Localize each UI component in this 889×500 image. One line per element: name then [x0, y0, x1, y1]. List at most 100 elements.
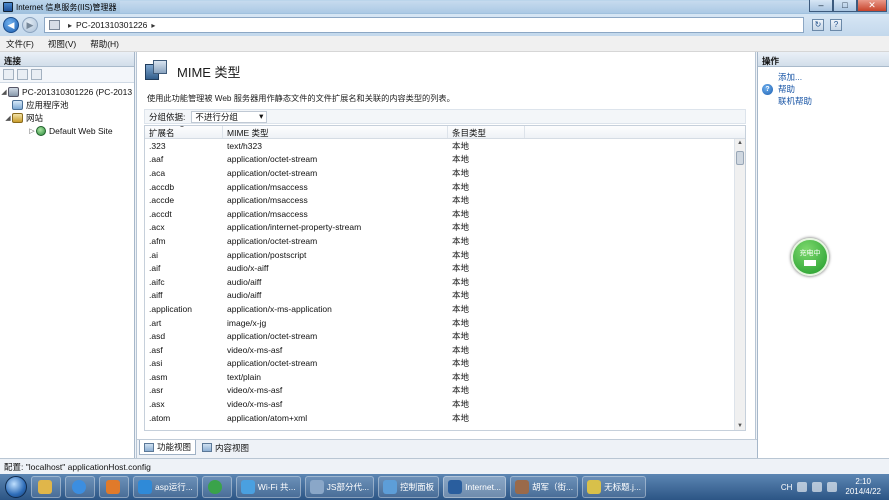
table-row[interactable]: .accdt application/msaccess 本地 — [145, 207, 735, 221]
table-row[interactable]: .asr video/x-ms-asf 本地 — [145, 384, 735, 398]
table-row[interactable]: .acx application/internet-property-stream… — [145, 221, 735, 235]
background-window-strip — [120, 1, 810, 13]
tray-icon[interactable] — [797, 482, 808, 492]
table-row[interactable]: .aiff audio/aiff 本地 — [145, 289, 735, 303]
address-bar[interactable]: ▸ PC-201310301226 ▸ — [44, 17, 804, 33]
forward-button[interactable]: ▶ — [22, 17, 38, 33]
collapse-arrow-icon[interactable]: ◢ — [4, 114, 12, 122]
column-header-mime-type[interactable]: MIME 类型 — [223, 126, 448, 138]
minimize-button[interactable]: – — [809, 0, 833, 12]
volume-icon[interactable] — [827, 482, 838, 492]
tab-content-view[interactable]: 内容视图 — [198, 440, 253, 455]
cell-extension: .atom — [149, 412, 171, 423]
taskbar-media[interactable] — [99, 476, 129, 498]
battery-charging-widget[interactable]: 充电中 — [791, 238, 829, 276]
taskbar-ie[interactable] — [65, 476, 95, 498]
taskbar-app-1[interactable]: Wi-Fi 共... — [235, 476, 301, 498]
table-row[interactable]: .asx video/x-ms-asf 本地 — [145, 397, 735, 411]
cell-entry-type: 本地 — [452, 303, 470, 314]
remove-icon[interactable] — [31, 69, 42, 80]
scroll-thumb[interactable] — [736, 151, 744, 165]
dropdown-arrow-icon: ▾ — [259, 111, 264, 121]
menu-help[interactable]: 帮助(H) — [90, 38, 119, 50]
table-row[interactable]: .323 text/h323 本地 — [145, 139, 735, 153]
table-row[interactable]: .aif audio/x-aiff 本地 — [145, 261, 735, 275]
taskbar-360[interactable] — [201, 476, 232, 498]
back-button[interactable]: ◀ — [3, 17, 19, 33]
close-button[interactable]: ✕ — [857, 0, 887, 12]
table-row[interactable]: .afm application/octet-stream 本地 — [145, 234, 735, 248]
table-row[interactable]: .asm text/plain 本地 — [145, 370, 735, 384]
tree-item-app-pools[interactable]: 应用程序池 — [0, 98, 134, 111]
tab-label: 内容视图 — [215, 442, 250, 453]
tree-item-server[interactable]: ◢ PC-201310301226 (PC-2013 — [0, 85, 134, 98]
connect-icon[interactable] — [3, 69, 14, 80]
table-row[interactable]: .atom application/atom+xml 本地 — [145, 411, 735, 425]
tab-features-view[interactable]: 功能视图 — [139, 440, 197, 455]
online-help-link[interactable]: 联机帮助 — [758, 95, 889, 107]
iis-icon — [448, 480, 463, 494]
cell-mime-type: video/x-ms-asf — [227, 385, 283, 396]
app-pool-icon — [12, 99, 23, 110]
cell-extension: .asm — [149, 371, 168, 382]
taskbar: asp运行... Wi-Fi 共... JS部分代... 控制面板 Intern… — [0, 474, 889, 500]
clock[interactable]: 2:10 2014/4/22 — [845, 477, 881, 497]
window-controls: – □ ✕ — [809, 0, 887, 12]
tree-item-default-web-site[interactable]: ▷ Default Web Site — [0, 124, 134, 137]
taskbar-label: 控制面板 — [400, 482, 435, 492]
column-header-entry-type[interactable]: 条目类型 — [448, 126, 525, 138]
menu-file[interactable]: 文件(F) — [6, 38, 34, 50]
table-row[interactable]: .accdb application/msaccess 本地 — [145, 180, 735, 194]
help-icon: ? — [762, 83, 773, 95]
table-row[interactable]: .accde application/msaccess 本地 — [145, 193, 735, 207]
taskbar-app-4[interactable]: Internet... — [443, 476, 507, 498]
table-row[interactable]: .asd application/octet-stream 本地 — [145, 329, 735, 343]
system-tray: CH 2:10 2014/4/22 — [781, 474, 889, 500]
menu-bar: 文件(F) 视图(V) 帮助(H) — [0, 36, 889, 52]
menu-view[interactable]: 视图(V) — [48, 38, 76, 50]
table-row[interactable]: .aaf application/octet-stream 本地 — [145, 153, 735, 167]
taskbar-app-3[interactable]: 控制面板 — [378, 476, 440, 498]
address-separator-icon: ▸ — [151, 20, 156, 30]
network-icon[interactable] — [812, 482, 823, 492]
group-by-value: 不进行分组 — [195, 111, 238, 122]
vertical-scrollbar[interactable]: ▲ ▼ — [734, 139, 745, 430]
cell-extension: .asi — [149, 358, 163, 369]
cell-mime-type: application/octet-stream — [227, 167, 318, 178]
taskbar-app-6[interactable]: 无标题.j... — [582, 476, 646, 498]
cell-mime-type: audio/aiff — [227, 290, 262, 301]
table-row[interactable]: .asi application/octet-stream 本地 — [145, 357, 735, 371]
table-row[interactable]: .aca application/octet-stream 本地 — [145, 166, 735, 180]
taskbar-app-2[interactable]: JS部分代... — [304, 476, 375, 498]
table-row[interactable]: .asf video/x-ms-asf 本地 — [145, 343, 735, 357]
tree-item-sites[interactable]: ◢ 网站 — [0, 111, 134, 124]
cell-entry-type: 本地 — [452, 167, 470, 178]
address-segment[interactable]: PC-201310301226 — [76, 20, 147, 30]
title-bar: Internet 信息服务(IIS)管理器 – □ ✕ — [0, 0, 889, 14]
help-link[interactable]: ? 帮助 — [758, 83, 889, 95]
group-by-select[interactable]: 不进行分组 ▾ — [191, 110, 268, 123]
save-icon[interactable] — [17, 69, 28, 80]
table-row[interactable]: .application application/x-ms-application… — [145, 302, 735, 316]
cell-entry-type: 本地 — [452, 385, 470, 396]
taskbar-app-5[interactable]: 胡军（街... — [510, 476, 579, 498]
table-row[interactable]: .ai application/postscript 本地 — [145, 248, 735, 262]
table-row[interactable]: .aifc audio/aiff 本地 — [145, 275, 735, 289]
maximize-button[interactable]: □ — [833, 0, 857, 12]
add-action-link[interactable]: 添加... — [758, 71, 889, 83]
taskbar-explorer[interactable] — [31, 476, 61, 498]
help-icon[interactable]: ? — [830, 19, 842, 31]
refresh-icon[interactable]: ↻ — [812, 19, 824, 31]
collapse-arrow-icon[interactable]: ◢ — [0, 88, 8, 96]
scroll-up-icon[interactable]: ▲ — [737, 140, 743, 146]
start-button[interactable] — [5, 476, 27, 498]
table-row[interactable]: .art image/x-jg 本地 — [145, 316, 735, 330]
column-header-extension[interactable]: 扩展名 ▲ — [145, 126, 223, 138]
address-separator-icon: ▸ — [68, 20, 73, 30]
folder-icon — [37, 480, 52, 494]
expand-arrow-icon[interactable]: ▷ — [28, 127, 36, 135]
language-indicator[interactable]: CH — [781, 483, 793, 492]
taskbar-app-0[interactable]: asp运行... — [133, 476, 198, 498]
battery-icon — [804, 260, 816, 266]
scroll-down-icon[interactable]: ▼ — [737, 423, 743, 429]
